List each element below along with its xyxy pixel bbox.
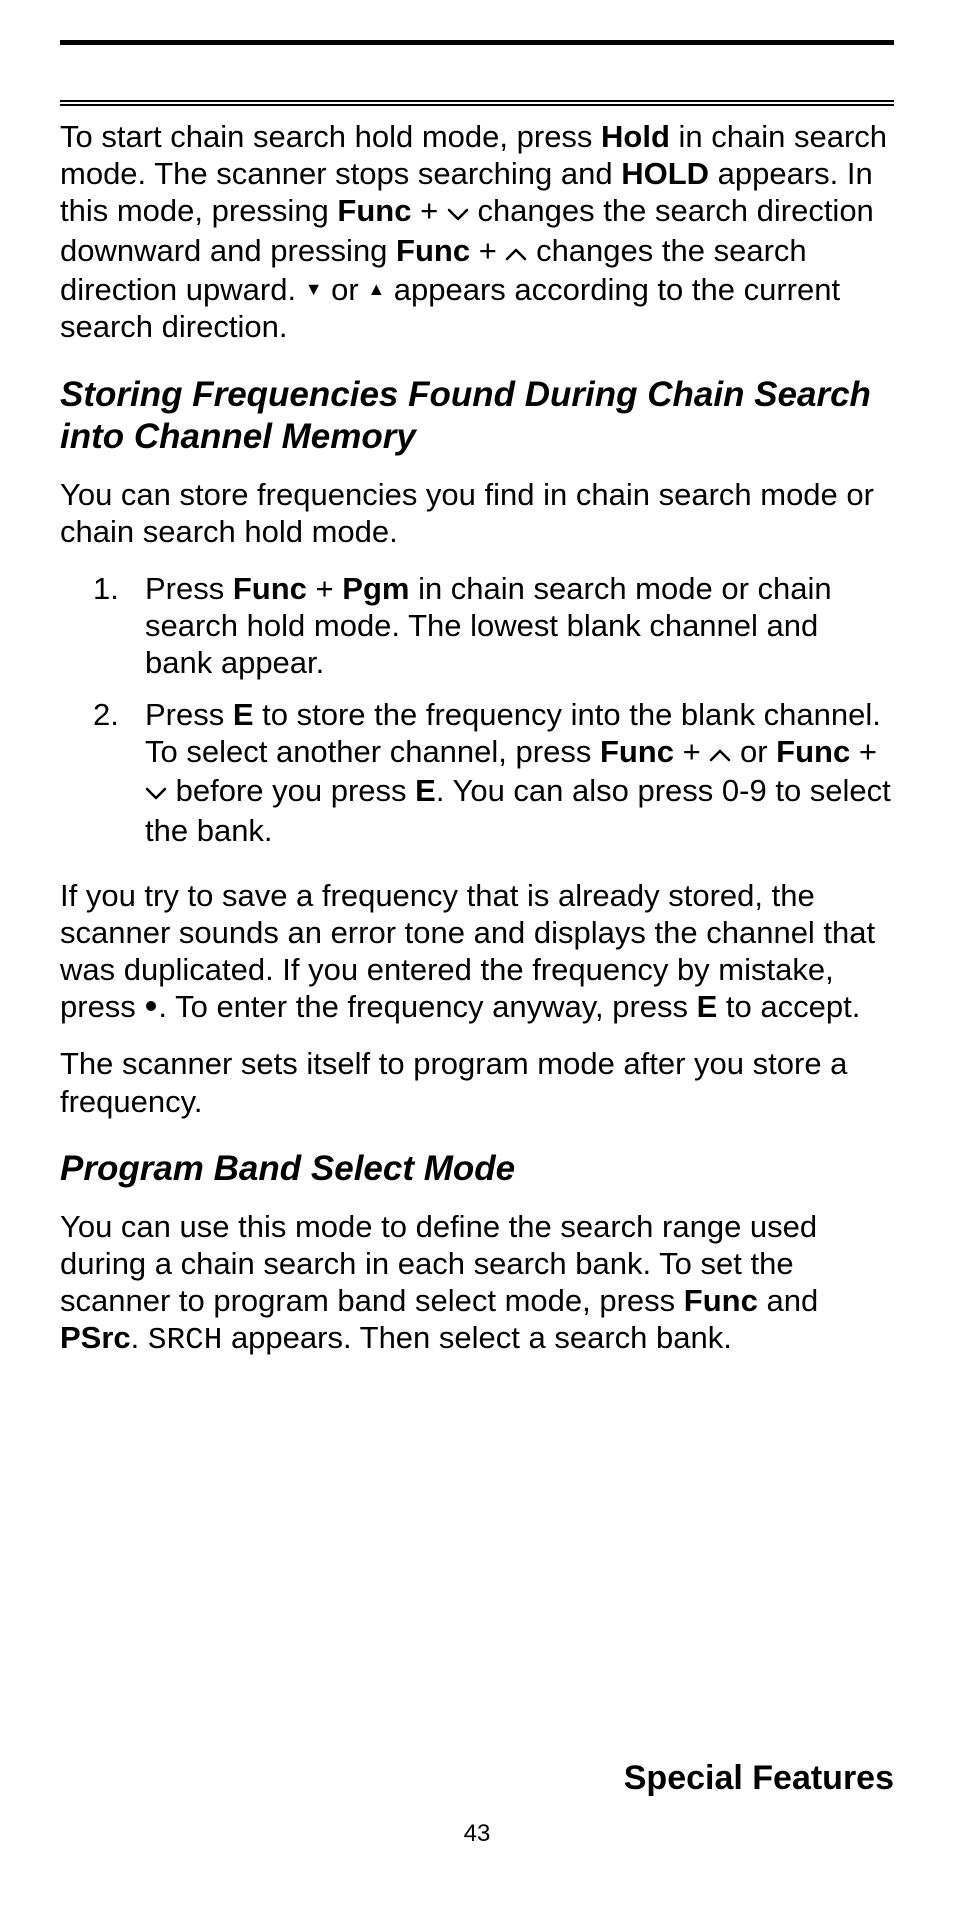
text: Press	[145, 697, 233, 732]
psrc-label: PSrc	[60, 1320, 131, 1355]
srch-code: SRCH	[148, 1323, 222, 1358]
text: +	[850, 734, 877, 769]
text: .	[131, 1320, 148, 1355]
e-label: E	[415, 773, 436, 808]
top-rule-double	[60, 100, 894, 106]
paragraph-intro: To start chain search hold mode, press H…	[60, 118, 894, 346]
text: or	[731, 734, 776, 769]
top-rule-thick	[60, 40, 894, 45]
page-number: 43	[0, 1820, 954, 1848]
list-item: Press Func + Pgm in chain search mode or…	[145, 570, 894, 682]
chevron-up-icon	[709, 733, 731, 770]
hold-label: Hold	[601, 119, 670, 154]
footer-section-title: Special Features	[624, 1759, 894, 1798]
text: or	[323, 272, 368, 307]
paragraph-band-select: You can use this mode to define the sear…	[60, 1208, 894, 1360]
func-label: Func	[233, 571, 307, 606]
text: and	[758, 1283, 818, 1318]
text: to accept.	[717, 989, 860, 1024]
triangle-down-icon: ▼	[305, 279, 323, 301]
text: . To enter the frequency anyway, press	[158, 989, 696, 1024]
text: To start chain search hold mode, press	[60, 119, 601, 154]
hold-caps-label: HOLD	[621, 156, 709, 191]
text: +	[470, 233, 505, 268]
paragraph-program-mode: The scanner sets itself to program mode …	[60, 1045, 894, 1119]
func-label: Func	[776, 734, 850, 769]
text: +	[307, 571, 342, 606]
numbered-list: Press Func + Pgm in chain search mode or…	[60, 570, 894, 849]
paragraph-duplicate: If you try to save a frequency that is a…	[60, 877, 894, 1026]
func-label: Func	[600, 734, 674, 769]
text: Press	[145, 571, 233, 606]
heading-storing-frequencies: Storing Frequencies Found During Chain S…	[60, 374, 894, 458]
e-label: E	[697, 989, 718, 1024]
triangle-up-icon: ▲	[367, 279, 385, 301]
chevron-down-icon	[447, 193, 469, 230]
func-label: Func	[337, 193, 411, 228]
heading-program-band: Program Band Select Mode	[60, 1148, 894, 1190]
pgm-label: Pgm	[342, 571, 409, 606]
chevron-up-icon	[505, 232, 527, 269]
paragraph-store-intro: You can store frequencies you find in ch…	[60, 476, 894, 550]
chevron-down-icon	[145, 772, 167, 809]
e-label: E	[233, 697, 254, 732]
text: +	[411, 193, 446, 228]
text: +	[674, 734, 709, 769]
func-label: Func	[684, 1283, 758, 1318]
text: before you press	[167, 773, 415, 808]
text: appears. Then select a search bank.	[222, 1320, 732, 1355]
func-label: Func	[396, 233, 470, 268]
dot-icon	[146, 1001, 156, 1011]
list-item: Press E to store the frequency into the …	[145, 696, 894, 849]
